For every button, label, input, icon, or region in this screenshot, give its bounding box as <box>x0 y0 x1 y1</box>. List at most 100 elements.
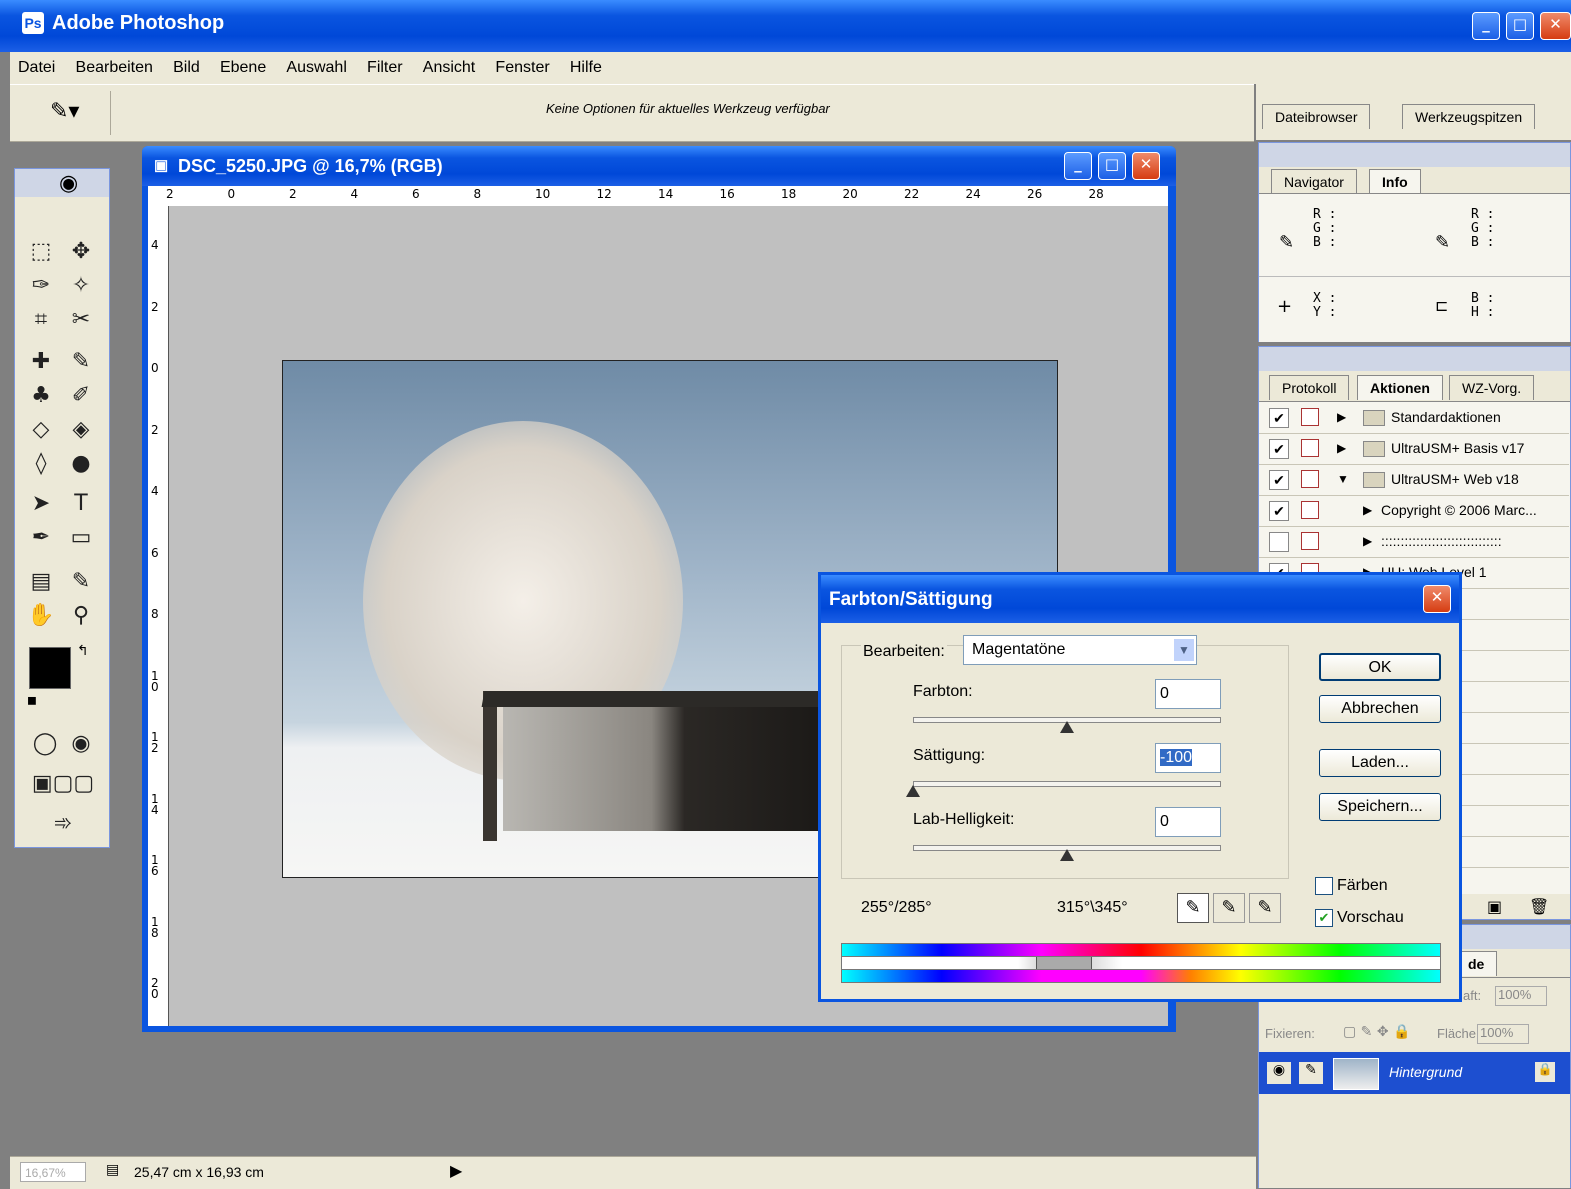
hand-tool-icon[interactable]: ✋ <box>23 601 59 631</box>
paint-bucket-tool-icon[interactable]: ◈ <box>63 415 99 445</box>
eraser-tool-icon[interactable]: ◇ <box>23 415 59 445</box>
maximize-button[interactable]: □ <box>1506 12 1534 40</box>
dialog-toggle-icon[interactable] <box>1301 532 1319 550</box>
menu-ansicht[interactable]: Ansicht <box>415 52 483 84</box>
doc-minimize-button[interactable]: _ <box>1064 152 1092 180</box>
saturation-slider-thumb[interactable] <box>906 785 920 797</box>
zoom-tool-icon[interactable]: ⚲ <box>63 601 99 631</box>
tab-navigator[interactable]: Navigator <box>1271 169 1357 194</box>
dialog-close-button[interactable]: ✕ <box>1423 585 1451 613</box>
expand-icon[interactable]: ▶ <box>1363 526 1372 556</box>
dodge-tool-icon[interactable]: ● <box>63 449 99 479</box>
swap-colors-icon[interactable]: ↰ <box>77 643 89 659</box>
menu-filter[interactable]: Filter <box>359 52 411 84</box>
type-tool-icon[interactable]: T <box>63 489 99 519</box>
eyedropper-tool-preset-icon[interactable]: ✎▾ <box>50 99 79 124</box>
fill-field[interactable]: 100% <box>1477 1024 1529 1044</box>
close-button[interactable]: ✕ <box>1540 12 1571 40</box>
pen-tool-icon[interactable]: ✒ <box>23 523 59 553</box>
tab-protokoll[interactable]: Protokoll <box>1269 375 1350 400</box>
magic-wand-tool-icon[interactable]: ✧ <box>63 271 99 301</box>
healing-brush-tool-icon[interactable]: ✚ <box>23 347 59 377</box>
menu-hilfe[interactable]: Hilfe <box>562 52 610 84</box>
dialog-toggle-icon[interactable] <box>1301 439 1319 457</box>
lasso-tool-icon[interactable]: ✑ <box>23 271 59 301</box>
clone-stamp-tool-icon[interactable]: ♣ <box>23 381 59 411</box>
colorize-checkbox[interactable] <box>1315 877 1333 895</box>
brush-tool-icon[interactable]: ✎ <box>63 347 99 377</box>
menu-auswahl[interactable]: Auswahl <box>278 52 354 84</box>
action-row[interactable]: ✔ ▶ UltraUSM+ Basis v17 <box>1259 433 1569 465</box>
slice-tool-icon[interactable]: ✂ <box>63 305 99 335</box>
expand-icon[interactable]: ▶ <box>1337 402 1346 432</box>
standard-mode-icon[interactable]: ◯ <box>27 729 63 759</box>
menu-bearbeiten[interactable]: Bearbeiten <box>68 52 161 84</box>
action-toggle-checkbox[interactable] <box>1269 532 1289 552</box>
blur-tool-icon[interactable]: ◊ <box>23 449 59 479</box>
path-selection-tool-icon[interactable]: ➤ <box>23 489 59 519</box>
range-center[interactable] <box>1036 957 1092 969</box>
action-toggle-checkbox[interactable]: ✔ <box>1269 470 1289 490</box>
default-colors-icon[interactable]: ◼ <box>27 693 37 707</box>
rectangle-tool-icon[interactable]: ▭ <box>63 523 99 553</box>
edit-dropdown[interactable]: Magentatöne ▼ <box>963 635 1197 665</box>
menu-bild[interactable]: Bild <box>165 52 208 84</box>
chevron-down-icon[interactable]: ▼ <box>1174 639 1194 661</box>
save-button[interactable]: Speichern... <box>1319 793 1441 821</box>
menu-fenster[interactable]: Fenster <box>487 52 557 84</box>
eyedropper-tool-icon[interactable]: ✎ <box>63 567 99 597</box>
hue-input[interactable]: 0 <box>1155 679 1221 709</box>
tab-info[interactable]: Info <box>1369 169 1421 194</box>
expand-icon[interactable]: ▶ <box>1337 433 1346 463</box>
quick-mask-mode-icon[interactable]: ◉ <box>63 729 99 759</box>
opacity-field[interactable]: 100% <box>1495 986 1547 1006</box>
status-menu-arrow-icon[interactable]: ▶ <box>450 1161 462 1180</box>
crop-tool-icon[interactable]: ⌗ <box>23 305 59 335</box>
move-tool-icon[interactable]: ✥ <box>63 237 99 267</box>
lock-icons[interactable]: ▢ ✎ ✥ 🔒 <box>1343 1024 1410 1040</box>
action-toggle-checkbox[interactable]: ✔ <box>1269 408 1289 428</box>
action-toggle-checkbox[interactable]: ✔ <box>1269 501 1289 521</box>
menu-datei[interactable]: Datei <box>10 52 63 84</box>
notes-tool-icon[interactable]: ▤ <box>23 567 59 597</box>
tab-aktionen[interactable]: Aktionen <box>1357 375 1443 400</box>
tab-wz-vorg[interactable]: WZ-Vorg. <box>1449 375 1535 400</box>
ok-button[interactable]: OK <box>1319 653 1441 681</box>
doc-close-button[interactable]: ✕ <box>1132 152 1160 180</box>
range-falloff-left[interactable] <box>1018 957 1036 969</box>
foreground-color-swatch[interactable] <box>29 647 71 689</box>
jump-to-imageready-icon[interactable]: ➾ <box>25 809 101 839</box>
minimize-button[interactable]: _ <box>1472 12 1500 40</box>
eye-icon[interactable]: ◉ <box>1267 1062 1291 1084</box>
range-selector[interactable] <box>841 957 1441 969</box>
layer-row[interactable]: ◉ ✎ Hintergrund 🔒 <box>1259 1052 1570 1094</box>
saturation-input[interactable]: -100 <box>1155 743 1221 773</box>
dialog-toggle-icon[interactable] <box>1301 501 1319 519</box>
preview-checkbox[interactable]: ✔ <box>1315 909 1333 927</box>
saturation-slider-track[interactable] <box>913 781 1221 787</box>
brush-link-icon[interactable]: ✎ <box>1299 1062 1323 1084</box>
marquee-tool-icon[interactable]: ⬚ <box>23 237 59 267</box>
hue-slider-thumb[interactable] <box>1060 721 1074 733</box>
tab-werkzeugspitzen[interactable]: Werkzeugspitzen <box>1402 104 1536 129</box>
expand-icon[interactable]: ▼ <box>1337 464 1349 494</box>
action-row[interactable]: ▶::::::::::::::::::::::::::::::: <box>1259 526 1569 558</box>
range-falloff-right[interactable] <box>1092 957 1122 969</box>
eyedropper-icon[interactable]: ✎ <box>1177 893 1209 923</box>
load-button[interactable]: Laden... <box>1319 749 1441 777</box>
dialog-toggle-icon[interactable] <box>1301 408 1319 426</box>
lightness-slider-thumb[interactable] <box>1060 849 1074 861</box>
doc-maximize-button[interactable]: □ <box>1098 152 1126 180</box>
cancel-button[interactable]: Abbrechen <box>1319 695 1441 723</box>
menu-ebene[interactable]: Ebene <box>212 52 274 84</box>
expand-icon[interactable]: ▶ <box>1363 495 1372 525</box>
zoom-field[interactable]: 16,67% <box>20 1162 86 1182</box>
tab-dateibrowser[interactable]: Dateibrowser <box>1262 104 1371 129</box>
screen-mode-icons[interactable]: ▣▢▢ <box>25 769 101 799</box>
action-row[interactable]: ✔ ▶ Copyright © 2006 Marc... <box>1259 495 1569 527</box>
new-action-icon[interactable]: ▣ <box>1487 897 1502 916</box>
action-row[interactable]: ✔ ▶ Standardaktionen <box>1259 402 1569 434</box>
action-row[interactable]: ✔ ▼ UltraUSM+ Web v18 <box>1259 464 1569 496</box>
history-brush-tool-icon[interactable]: ✐ <box>63 381 99 411</box>
delete-action-icon[interactable]: 🗑 <box>1529 897 1549 916</box>
